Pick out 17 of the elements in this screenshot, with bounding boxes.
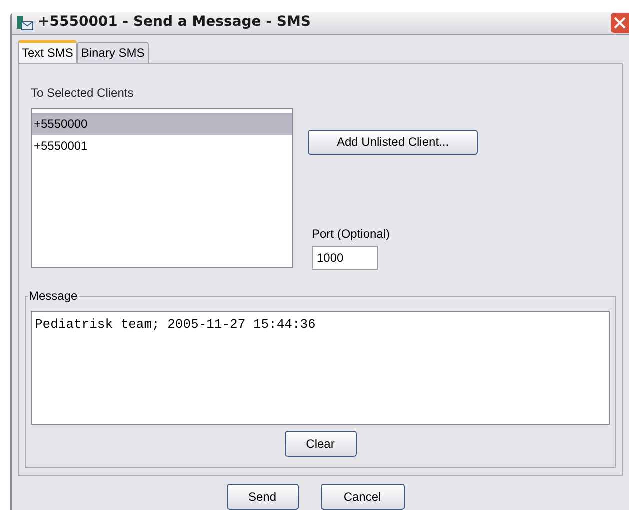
add-client-button[interactable]: Add Unlisted Client... [308,130,478,155]
tab[interactable]: Binary SMS [77,42,149,63]
clients-label: To Selected Clients [31,84,135,102]
message-field[interactable]: Pediatrisk team; 2005-11-27 15:44:36 [31,311,610,426]
port-field[interactable]: 1000 [312,246,378,270]
close-button[interactable] [611,12,629,33]
client-item[interactable]: +5550000 [32,112,292,135]
dialog-button[interactable]: Send [226,484,298,510]
dialog-button[interactable]: Cancel [320,484,404,510]
message-label: Message [28,289,79,304]
tab[interactable]: Text SMS [18,40,78,63]
phone-message-icon [16,14,34,31]
close-icon [614,16,626,29]
clear-button[interactable]: Clear [284,431,356,458]
client-item[interactable]: +5550001 [32,134,292,157]
window-title: +5550001 - Send a Message - SMS [38,13,312,32]
port-label: Port (Optional) [312,226,392,243]
